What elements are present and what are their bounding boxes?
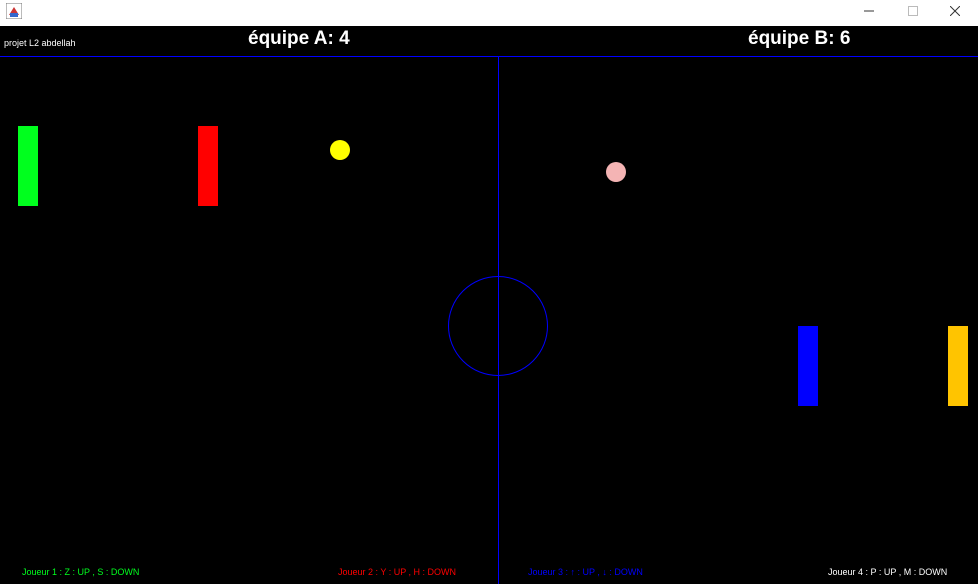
title-bar[interactable] <box>0 0 978 26</box>
minimize-icon <box>864 10 874 12</box>
close-icon <box>950 6 960 16</box>
team-a-score: équipe A: 4 <box>248 28 350 49</box>
close-button[interactable] <box>932 0 978 22</box>
controls-player-2: Joueur 2 : Y : UP , H : DOWN <box>338 567 457 577</box>
top-boundary-line <box>0 56 978 57</box>
paddle-player-4 <box>948 326 968 406</box>
project-label: projet L2 abdellah <box>4 38 76 48</box>
paddle-player-1 <box>18 126 38 206</box>
game-window: projet L2 abdellah équipe A: 4 équipe B:… <box>0 0 978 584</box>
maximize-icon <box>908 6 918 16</box>
ball-yellow <box>330 140 350 160</box>
maximize-button[interactable] <box>890 0 936 22</box>
game-field[interactable]: projet L2 abdellah équipe A: 4 équipe B:… <box>0 26 978 584</box>
team-b-score: équipe B: 6 <box>748 28 851 49</box>
center-circle <box>448 276 548 376</box>
java-app-icon <box>6 3 22 19</box>
controls-player-4: Joueur 4 : P : UP , M : DOWN <box>828 567 948 577</box>
minimize-button[interactable] <box>846 0 892 22</box>
controls-player-1: Joueur 1 : Z : UP , S : DOWN <box>22 567 140 577</box>
paddle-player-2 <box>198 126 218 206</box>
controls-player-3: Joueur 3 : ↑ : UP , ↓ : DOWN <box>528 567 643 577</box>
ball-pink <box>606 162 626 182</box>
paddle-player-3 <box>798 326 818 406</box>
